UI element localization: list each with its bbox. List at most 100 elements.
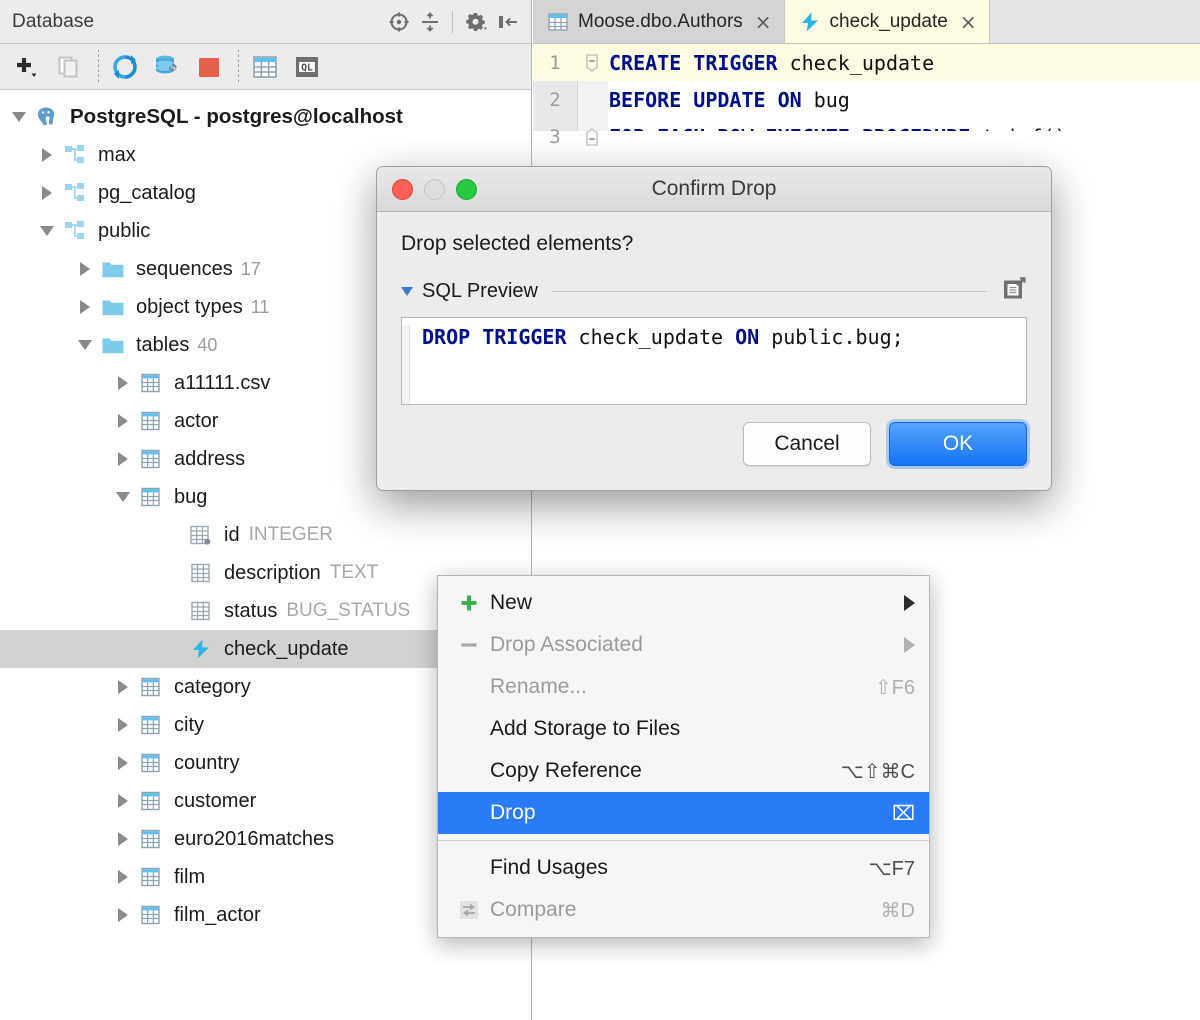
data-source-properties-icon[interactable] [150,51,184,83]
expand-toggle[interactable] [110,674,136,700]
menu-item-label: Drop Associated [490,633,643,656]
sql-preview-box[interactable]: DROP TRIGGER check_update ON public.bug; [401,317,1027,405]
tree-node-label: a11111.csv [174,371,271,394]
panel-header: Database [0,0,531,44]
expand-collapse-icon[interactable] [417,9,443,35]
locate-icon[interactable] [386,9,412,35]
column-key-icon [186,522,216,548]
tree-node-label: country [174,751,240,774]
tree-node-label: description [224,561,321,584]
expand-toggle[interactable] [34,180,60,206]
close-icon[interactable]: × [960,12,977,32]
column-icon [186,598,216,624]
expand-toggle[interactable] [110,750,136,776]
sql-preview-code: DROP TRIGGER check_update ON public.bug; [422,325,904,404]
expand-toggle[interactable] [72,256,98,282]
expand-toggle[interactable] [110,484,136,510]
expand-toggle[interactable] [110,712,136,738]
postgresql-elephant-icon [32,104,62,130]
sql-keyword: BEFORE UPDATE ON [609,87,802,112]
tree-node-datatype: TEXT [329,562,379,583]
hide-panel-icon[interactable] [495,9,521,35]
trigger-bolt-icon [799,11,821,33]
cancel-button[interactable]: Cancel [743,422,871,466]
sql-preview-gutter [402,325,410,404]
context-menu[interactable]: New Drop Associated Rename... ⇧F6 Add Storag… [437,575,930,938]
fold-marker-icon[interactable] [577,126,607,148]
close-icon[interactable]: × [755,12,772,32]
tree-node-label: max [98,143,136,166]
expand-toggle[interactable] [110,864,136,890]
tree-node-count: 17 [240,258,261,279]
open-table-editor-icon[interactable] [248,51,282,83]
table-icon [136,826,166,852]
tree-node-label: object types [136,295,243,318]
expand-toggle[interactable] [110,408,136,434]
fold-marker-icon[interactable] [577,52,607,74]
table-icon [136,712,166,738]
expand-toggle[interactable] [34,142,60,168]
expand-toggle[interactable] [72,294,98,320]
tab-bar-filler [989,0,1200,43]
settings-gear-icon[interactable] [464,9,490,35]
tree-node-label: sequences [136,257,233,280]
menu-item-shortcut: ⌘D [880,899,915,922]
toolbar-divider-2 [238,49,239,84]
code-text: BEFORE UPDATE ON bug [607,88,850,112]
ide-window: Database QL PostgreSQL - postgres@localh… [0,0,1200,1020]
chevron-down-icon[interactable] [401,287,413,296]
sql-identifier: public.bug; [759,325,904,349]
open-query-console-icon[interactable]: QL [290,51,324,83]
menu-item-find-usages[interactable]: Find Usages ⌥F7 [438,847,929,889]
table-icon [547,12,569,32]
tab-check-update[interactable]: check_update × [784,0,990,43]
menu-item-add-storage-to-files[interactable]: Add Storage to Files [438,708,929,750]
minus-icon [452,634,486,656]
menu-item-shortcut: ⌧ [891,802,915,825]
tree-node-id[interactable]: id INTEGER [0,516,531,554]
submenu-arrow-icon [904,595,915,611]
expand-toggle[interactable] [72,332,98,358]
sql-identifier: check_update [566,325,736,349]
expand-toggle[interactable] [110,370,136,396]
menu-item-label: Compare [490,898,577,921]
sql-preview-header[interactable]: SQL Preview [401,276,1027,307]
header-divider [452,10,453,33]
tab-moose-dbo-authors[interactable]: Moose.dbo.Authors × [533,0,785,43]
menu-item-drop[interactable]: Drop ⌧ [438,792,929,834]
expand-toggle[interactable] [110,826,136,852]
column-icon [186,560,216,586]
dialog-title-bar: Confirm Drop [377,167,1051,212]
sql-identifier: bug [801,87,850,112]
menu-item-label: Add Storage to Files [490,717,681,740]
tree-node-label: euro2016matches [174,827,335,850]
expand-toggle[interactable] [34,218,60,244]
tab-label: check_update [829,10,948,32]
dialog-body: Drop selected elements? SQL Preview DROP… [377,212,1051,405]
expand-toggle[interactable] [110,902,136,928]
tree-node-datatype: INTEGER [248,524,334,545]
tree-node-label: pg_catalog [98,181,196,204]
submenu-arrow-icon [904,637,915,653]
expand-toggle[interactable] [110,446,136,472]
sql-keyword: ON [735,325,760,349]
menu-item-new[interactable]: New [438,582,929,624]
synchronize-icon[interactable] [108,51,142,83]
table-icon [136,750,166,776]
add-icon[interactable] [10,51,44,83]
code-line: 2 BEFORE UPDATE ON bug [533,81,1200,118]
menu-item-label: Drop [490,801,536,824]
stop-icon[interactable] [192,51,226,83]
sql-identifier: check_update [777,50,935,75]
compare-icon [452,899,486,921]
dialog-title: Confirm Drop [651,177,777,200]
menu-item-copy-reference[interactable]: Copy Reference ⌥⇧⌘C [438,750,929,792]
tree-node-root[interactable]: PostgreSQL - postgres@localhost [0,98,531,136]
open-in-editor-icon[interactable] [1001,276,1027,307]
table-icon [136,864,166,890]
menu-item-shortcut: ⇧F6 [874,676,915,699]
expand-toggle[interactable] [110,788,136,814]
tree-node-label: city [174,713,204,736]
ok-button[interactable]: OK [889,422,1027,466]
expand-toggle[interactable] [6,104,32,130]
